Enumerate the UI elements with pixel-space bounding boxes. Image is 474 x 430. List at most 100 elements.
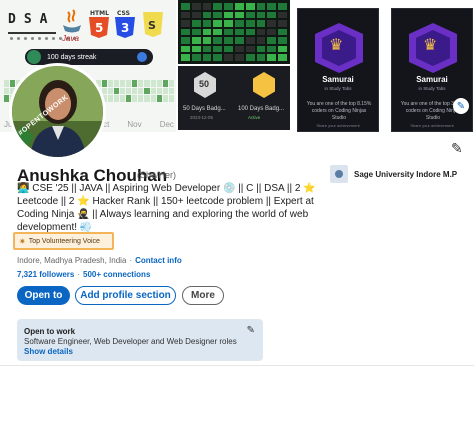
pencil-icon: ✎ bbox=[246, 325, 255, 336]
heatmap-cell bbox=[191, 20, 201, 27]
heatmap-cell bbox=[235, 20, 244, 27]
submission-heatmap bbox=[178, 0, 290, 64]
heatmap-cell bbox=[202, 20, 212, 27]
location-text: Indore, Madhya Pradesh, India bbox=[17, 256, 127, 265]
open-to-button[interactable]: Open to bbox=[17, 286, 70, 305]
badge-100-icon bbox=[253, 72, 275, 98]
heatmap-cell bbox=[278, 20, 287, 27]
streak-badge-icon bbox=[27, 50, 41, 64]
heatmap-cell bbox=[191, 28, 201, 36]
heatmap-cell bbox=[256, 37, 266, 44]
avatar[interactable] bbox=[9, 63, 106, 160]
heatmap-cell bbox=[235, 54, 244, 61]
heatmap-cell bbox=[278, 28, 287, 36]
heatmap-cell bbox=[202, 28, 212, 36]
heatmap-cell bbox=[213, 3, 223, 10]
badge-date: 2023-12-05 bbox=[190, 115, 214, 120]
streak-pill: 100 days streak bbox=[25, 49, 153, 65]
show-details-link[interactable]: Show details bbox=[24, 347, 256, 356]
grid-cell bbox=[132, 80, 138, 87]
grid-cell bbox=[4, 95, 10, 102]
edit-banner-button[interactable]: ✎ bbox=[453, 98, 469, 114]
heatmap-cell bbox=[202, 45, 212, 53]
open-to-work-card: Open to work Software Engineer, Web Deve… bbox=[17, 319, 263, 361]
grid-cell bbox=[101, 80, 107, 87]
html5-icon: HTML 5 bbox=[87, 8, 111, 38]
heatmap-cell bbox=[278, 3, 287, 10]
add-profile-section-button[interactable]: Add profile section bbox=[75, 286, 176, 305]
followers-link[interactable]: 7,321 followers bbox=[17, 270, 74, 279]
heatmap-cell bbox=[191, 54, 201, 61]
svg-text:S: S bbox=[148, 19, 156, 32]
grid-cell bbox=[156, 95, 162, 102]
heatmap-cell bbox=[191, 11, 201, 19]
heatmap-cell bbox=[235, 28, 244, 36]
crown-icon: ♛ bbox=[329, 37, 344, 54]
heatmap-cell bbox=[278, 11, 287, 19]
heatmap-cell bbox=[235, 3, 244, 10]
section-divider bbox=[0, 365, 474, 366]
grid-cell bbox=[107, 87, 113, 95]
samurai-foot: Share your achievement bbox=[316, 123, 360, 128]
location-row: Indore, Madhya Pradesh, India · Contact … bbox=[17, 256, 182, 265]
badge-status: Active bbox=[248, 115, 261, 120]
month-label: Dec bbox=[159, 120, 174, 129]
grid-cell bbox=[132, 95, 138, 102]
grid-cell bbox=[107, 95, 113, 102]
contact-info-link[interactable]: Contact info bbox=[135, 256, 182, 265]
heatmap-cell bbox=[256, 28, 266, 36]
more-button[interactable]: More bbox=[182, 286, 224, 305]
heatmap-cell bbox=[245, 3, 255, 10]
heatmap-cell bbox=[235, 45, 244, 53]
grid-cell bbox=[162, 95, 168, 102]
separator-dot: · bbox=[77, 270, 81, 279]
connections-link[interactable]: 500+ connections bbox=[83, 270, 150, 279]
grid-cell bbox=[162, 80, 168, 87]
heatmap-cell bbox=[213, 28, 223, 36]
heatmap-cell bbox=[224, 45, 233, 53]
heatmap-cell bbox=[181, 45, 190, 53]
heatmap-cell bbox=[181, 37, 190, 44]
grid-cell bbox=[120, 80, 126, 87]
edit-profile-button[interactable]: ✎ bbox=[451, 140, 463, 157]
heatmap-cell bbox=[191, 3, 201, 10]
pencil-icon: ✎ bbox=[451, 140, 463, 156]
heatmap-cell bbox=[181, 3, 190, 10]
badge-name: 50 Days Badg... bbox=[183, 106, 226, 112]
edit-open-to-work-button[interactable]: ✎ bbox=[247, 325, 255, 336]
heatmap-cell bbox=[267, 28, 277, 36]
grid-cell bbox=[138, 95, 144, 102]
heatmap-cell bbox=[213, 54, 223, 61]
open-to-work-title: Open to work bbox=[24, 327, 76, 336]
heatmap-cell bbox=[235, 11, 244, 19]
grid-cell bbox=[144, 80, 150, 87]
grid-cell bbox=[120, 87, 126, 95]
heatmap-cell bbox=[202, 3, 212, 10]
dsa-text: DSA bbox=[8, 12, 56, 27]
samurai-desc: You are one of the top 8.15% coders on C… bbox=[306, 101, 372, 121]
samurai-sub: in Study Tabs bbox=[324, 86, 352, 91]
heatmap-cell bbox=[256, 3, 266, 10]
education-link[interactable]: Sage University Indore M.P bbox=[330, 165, 457, 183]
grid-cell bbox=[113, 87, 120, 95]
java-label: Java bbox=[62, 34, 79, 43]
grid-cell bbox=[138, 80, 144, 87]
heatmap-cell bbox=[278, 37, 287, 44]
dsa-underline bbox=[8, 32, 56, 34]
heatmap-cell bbox=[191, 37, 201, 44]
heatmap-cell bbox=[202, 11, 212, 19]
samurai-card: ♛ Samurai in Study Tabs You are one of t… bbox=[297, 8, 379, 132]
heatmap-cell bbox=[224, 20, 233, 27]
heatmap-cell bbox=[245, 28, 255, 36]
top-volunteering-voice-badge[interactable]: ✷ Top Volunteering Voice bbox=[13, 232, 114, 250]
samurai-title: Samurai bbox=[322, 75, 354, 84]
heatmap-cell bbox=[213, 45, 223, 53]
grid-cell bbox=[132, 87, 138, 95]
grid-cell bbox=[113, 80, 120, 87]
heatmap-cell bbox=[278, 45, 287, 53]
badges-panel: 50 50 Days Badg... 100 Days Badg... 2023… bbox=[178, 66, 290, 130]
heatmap-cell bbox=[202, 54, 212, 61]
samurai-title: Samurai bbox=[416, 75, 448, 84]
heatmap-cell bbox=[224, 3, 233, 10]
grid-cell bbox=[168, 87, 174, 95]
